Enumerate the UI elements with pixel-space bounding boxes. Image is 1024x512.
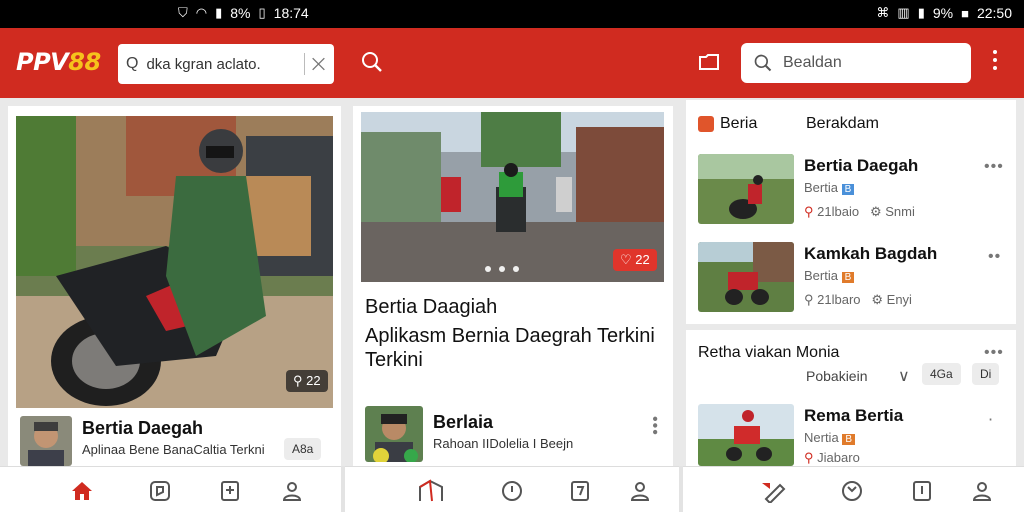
list-item-source: Bertia B xyxy=(804,268,855,283)
chevron-down-icon[interactable]: ∨ xyxy=(898,366,910,386)
news-list-section: Retha viakan Monia ••• Pobakiein ∨ 4Ga D… xyxy=(686,330,1016,466)
pen-icon[interactable] xyxy=(760,479,786,505)
profile-icon[interactable] xyxy=(970,479,994,503)
logo-number: 88 xyxy=(68,48,101,76)
carousel-dots[interactable] xyxy=(485,266,519,272)
filter-chip[interactable]: Di xyxy=(972,363,1000,385)
comment-count: 22 xyxy=(635,252,650,267)
bottom-navigation xyxy=(0,466,1024,512)
folder-icon[interactable] xyxy=(698,52,720,78)
search-query-text[interactable]: dka kgran aclato. xyxy=(146,56,304,73)
article-description: Aplikasm Bernia Daegrah Terkini Terkini xyxy=(365,325,655,371)
filter-chip[interactable]: 4Ga xyxy=(922,363,961,385)
comment-count-badge: ♡ 22 xyxy=(613,249,657,271)
more-options-icon[interactable]: ••• xyxy=(984,158,1004,176)
avatar[interactable] xyxy=(365,406,423,462)
list-item-title: Rema Bertia xyxy=(804,406,904,425)
author-description: Rahoan IIDolelia I Beejn xyxy=(433,436,574,451)
card-subtitle: Aplinaa Bene BanaCaltia Terkni xyxy=(82,442,265,457)
profile-icon[interactable] xyxy=(280,479,304,503)
battery-level: 9% xyxy=(932,5,954,21)
bookmark-icon[interactable] xyxy=(218,479,242,503)
news-app-icon xyxy=(698,116,714,132)
filter-label[interactable]: Pobakiein xyxy=(806,368,868,384)
settings-icon: ⚙ xyxy=(871,292,884,307)
list-item-title: Kamkah Bagdah xyxy=(804,244,938,263)
battery-icon: ■ xyxy=(961,5,969,21)
view-count-badge: ⚲ 22 xyxy=(286,370,328,392)
signal-icon: ▮ xyxy=(917,5,925,20)
vibrate-icon: ▥ xyxy=(897,5,910,20)
more-options-icon[interactable]: ••• xyxy=(645,416,663,436)
status-bar-right: ⌘ ▥ ▮ 9% ■ 22:50 xyxy=(876,5,1012,21)
list-item-meta: ⚲ Jiabaro xyxy=(804,450,860,465)
news-photo-street-riders[interactable]: ♡ 22 xyxy=(361,112,664,282)
search-icon[interactable] xyxy=(360,50,384,80)
shield-icon: ⛉ xyxy=(178,5,188,20)
location-pin-icon: ⚲ xyxy=(804,204,814,219)
heart-icon: ♡ xyxy=(620,252,632,267)
book-icon[interactable] xyxy=(910,479,934,503)
news-card-article[interactable]: ♡ 22 Bertia Daagiah Aplikasm Bernia Daeg… xyxy=(353,106,673,466)
news-thumbnail xyxy=(698,154,794,224)
section-header: Retha viakan Monia xyxy=(698,344,840,361)
more-options-icon[interactable]: •• xyxy=(988,248,1001,266)
location-pin-icon: ⚲ xyxy=(293,373,303,388)
list-item-title: Bertia Daegah xyxy=(804,156,919,175)
status-bar: ⛉ ◠ ▮ 8% ▯ 18:74 ⌘ ▥ ▮ 9% ■ 22:50 xyxy=(0,0,1024,28)
location-pin-icon: ⚲ xyxy=(804,292,814,307)
more-options-icon[interactable] xyxy=(993,50,999,74)
view-count: 22 xyxy=(306,373,321,388)
signal-icon: ▮ xyxy=(215,5,223,20)
divider xyxy=(341,466,345,512)
list-item-source: Bertia B xyxy=(804,180,855,195)
clock-time: 18:74 xyxy=(273,5,309,21)
news-photo-motorbike-rider[interactable]: ⚲ 22 xyxy=(16,116,333,408)
clock-icon[interactable] xyxy=(500,479,524,503)
avatar[interactable] xyxy=(20,416,72,466)
app-bar: PPV88 Q dka kgran aclato. Bealdan xyxy=(0,28,1024,98)
more-options-icon[interactable]: ••• xyxy=(984,344,1004,362)
nfc-icon: ⌘ xyxy=(876,5,890,20)
settings-icon: ⚙ xyxy=(869,204,882,219)
card-author-row: Bertia Daegah Aplinaa Bene BanaCaltia Te… xyxy=(20,416,330,466)
divider xyxy=(679,466,683,512)
author-name[interactable]: Berlaia xyxy=(433,412,493,433)
news-thumbnail xyxy=(698,404,794,466)
search-field-text[interactable]: Bealdan xyxy=(783,54,842,72)
search-input[interactable]: Q dka kgran aclato. xyxy=(118,44,334,84)
card-title[interactable]: Bertia Daegah xyxy=(82,418,203,439)
document-icon[interactable] xyxy=(568,479,592,503)
clear-icon[interactable] xyxy=(304,53,326,75)
tag-icon[interactable] xyxy=(148,479,172,503)
list-item-source: Nertia B xyxy=(804,430,855,445)
battery-level: 8% xyxy=(230,5,251,21)
search-icon xyxy=(754,54,772,72)
logo-text: PPV xyxy=(16,48,69,76)
more-options-icon[interactable]: ⋅ xyxy=(988,410,994,430)
news-icon[interactable] xyxy=(418,479,443,503)
list-item-meta: ⚲ 21lbaio ⚙ Snmi xyxy=(804,204,915,219)
location-pin-icon: ⚲ xyxy=(804,450,814,465)
profile-icon[interactable] xyxy=(628,479,652,503)
news-list: Beria Berakdam Bertia Daegah Bertia B ⚲ … xyxy=(686,100,1016,324)
clock-time: 22:50 xyxy=(976,5,1012,21)
wifi-icon: ◠ xyxy=(195,5,208,20)
status-bar-center: ⛉ ◠ ▮ 8% ▯ 18:74 xyxy=(178,5,309,21)
list-item-meta: ⚲ 21lbaro ⚙ Enyi xyxy=(804,292,912,307)
battery-icon: ▯ xyxy=(258,5,266,20)
news-card-featured[interactable]: ⚲ 22 Bertia Daegah Aplinaa Bene BanaCalt… xyxy=(8,106,341,466)
search-prefix: Q xyxy=(126,55,139,72)
app-logo[interactable]: PPV88 xyxy=(16,48,101,76)
news-thumbnail xyxy=(698,242,794,312)
search-field[interactable]: Bealdan xyxy=(741,43,971,83)
list-header-right[interactable]: Berakdam xyxy=(806,115,879,133)
clock-icon[interactable] xyxy=(840,479,864,503)
article-headline[interactable]: Bertia Daagiah xyxy=(365,296,497,319)
card-chip[interactable]: A8a xyxy=(284,438,322,460)
home-icon[interactable] xyxy=(70,479,94,503)
list-header-left[interactable]: Beria xyxy=(720,115,757,133)
